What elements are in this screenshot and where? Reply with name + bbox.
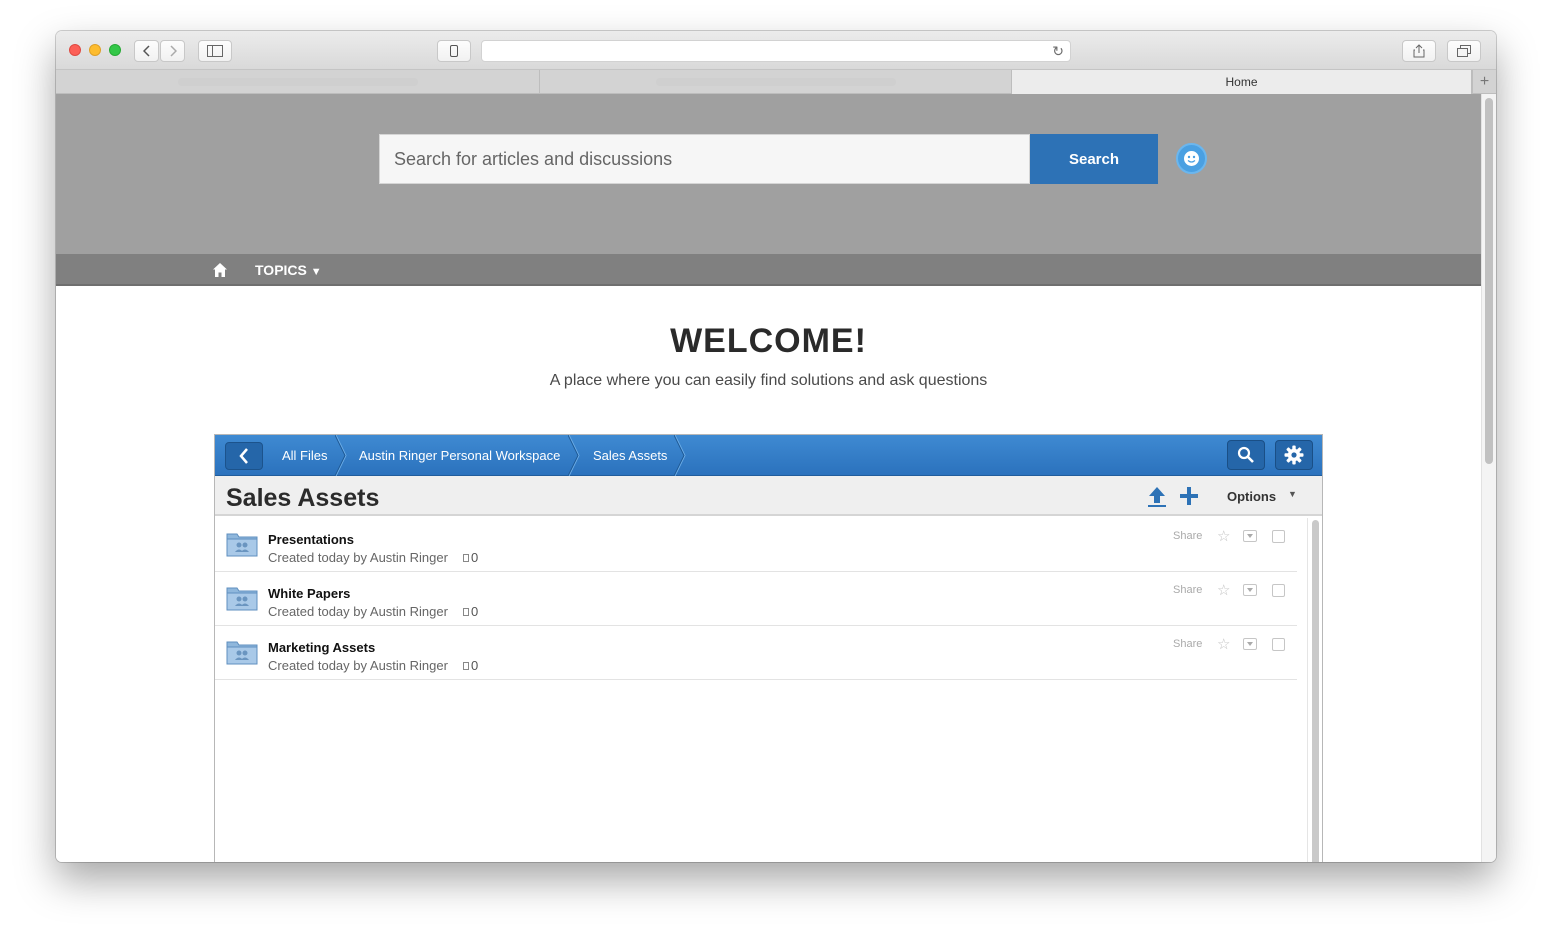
breadcrumb-separator-icon [674, 435, 686, 476]
minimize-window-button[interactable] [89, 44, 101, 56]
topics-label: TOPICS [255, 262, 307, 278]
smiley-icon [1184, 151, 1199, 166]
breadcrumb-all-files[interactable]: All Files [282, 435, 328, 476]
breadcrumb-separator-icon [568, 435, 580, 476]
breadcrumb: All Files Austin Ringer Personal Workspa… [215, 435, 1322, 476]
list-item[interactable]: Presentations Created today by Austin Ri… [215, 518, 1297, 572]
search-input[interactable]: Search for articles and discussions [379, 134, 1030, 184]
scrollbar-thumb[interactable] [1312, 520, 1319, 862]
chevron-left-icon [142, 45, 150, 57]
file-count-value: 0 [471, 658, 479, 673]
folder-meta: Created today by Austin Ringer [268, 658, 448, 673]
search-files-button[interactable] [1227, 440, 1265, 470]
search-icon [1237, 446, 1254, 463]
folder-title: Sales Assets [226, 484, 380, 512]
folder-list: Presentations Created today by Austin Ri… [215, 518, 1297, 680]
document-icon [463, 554, 469, 562]
tab-home[interactable]: Home [1012, 70, 1472, 94]
avatar[interactable] [1176, 143, 1207, 174]
folder-name[interactable]: White Papers [268, 586, 350, 601]
back-button[interactable] [225, 442, 263, 470]
tab-1[interactable] [56, 70, 540, 94]
file-browser-widget: All Files Austin Ringer Personal Workspa… [214, 434, 1323, 862]
caret-down-icon: ▼ [310, 266, 322, 278]
shared-folder-icon [226, 641, 258, 665]
document-icon [463, 608, 469, 616]
star-icon[interactable]: ☆ [1217, 635, 1230, 653]
address-bar[interactable]: ↻ [481, 40, 1071, 62]
chevron-right-icon [169, 45, 177, 57]
star-icon[interactable]: ☆ [1217, 581, 1230, 599]
phone-icon [450, 45, 458, 57]
tabs-icon [1457, 45, 1471, 57]
upload-icon[interactable] [1147, 486, 1167, 508]
dropdown-icon[interactable] [1243, 584, 1257, 596]
tab-title-blurred [177, 78, 418, 86]
folder-name[interactable]: Marketing Assets [268, 640, 375, 655]
browser-toolbar: ↻ [56, 31, 1496, 70]
file-count-value: 0 [471, 550, 479, 565]
dropdown-icon[interactable] [1243, 638, 1257, 650]
page-subtitle: A place where you can easily find soluti… [549, 372, 988, 389]
sidebar-toggle-button[interactable] [198, 40, 232, 62]
file-count: 0 [463, 550, 478, 565]
close-window-button[interactable] [69, 44, 81, 56]
shared-folder-icon [226, 587, 258, 611]
options-menu[interactable]: Options [1227, 489, 1276, 504]
home-icon[interactable] [212, 262, 228, 278]
chevron-left-icon [239, 448, 248, 464]
back-nav-button[interactable] [134, 40, 159, 62]
reload-icon[interactable]: ↻ [1052, 43, 1064, 60]
tab-title-blurred [655, 78, 896, 86]
star-icon[interactable]: ☆ [1217, 527, 1230, 545]
select-checkbox[interactable] [1272, 638, 1285, 651]
share-link[interactable]: Share [1173, 584, 1202, 596]
file-list-scrollbar[interactable] [1307, 518, 1322, 862]
share-icon [1413, 44, 1425, 58]
topics-menu[interactable]: TOPICS ▼ [255, 262, 322, 278]
file-count: 0 [463, 604, 478, 619]
dropdown-icon[interactable] [1243, 530, 1257, 542]
device-button[interactable] [437, 40, 471, 62]
tab-2[interactable] [540, 70, 1012, 94]
file-count: 0 [463, 658, 478, 673]
zoom-window-button[interactable] [109, 44, 121, 56]
folder-name[interactable]: Presentations [268, 532, 354, 547]
share-link[interactable]: Share [1173, 530, 1202, 542]
forward-nav-button[interactable] [160, 40, 185, 62]
share-page-button[interactable] [1402, 40, 1436, 62]
search-button[interactable]: Search [1030, 134, 1158, 184]
page-content: Search for articles and discussions Sear… [56, 94, 1481, 862]
select-checkbox[interactable] [1272, 530, 1285, 543]
new-tab-button[interactable]: + [1472, 70, 1496, 94]
scrollbar-thumb[interactable] [1485, 98, 1493, 464]
tab-title: Home [1225, 75, 1258, 89]
sidebar-icon [207, 45, 223, 57]
tabs-overview-button[interactable] [1447, 40, 1481, 62]
share-link[interactable]: Share [1173, 638, 1202, 650]
browser-window: ↻ Home + Search for articles and discuss… [56, 31, 1496, 862]
hero-banner: Search for articles and discussions Sear… [56, 94, 1481, 254]
breadcrumb-sales-assets[interactable]: Sales Assets [593, 435, 667, 476]
add-icon[interactable] [1179, 486, 1199, 506]
topics-nav: TOPICS ▼ [56, 254, 1481, 286]
breadcrumb-workspace[interactable]: Austin Ringer Personal Workspace [359, 435, 560, 476]
select-checkbox[interactable] [1272, 584, 1285, 597]
breadcrumb-separator-icon [335, 435, 347, 476]
list-item[interactable]: Marketing Assets Created today by Austin… [215, 626, 1297, 680]
file-count-value: 0 [471, 604, 479, 619]
document-icon [463, 662, 469, 670]
caret-down-icon: ▼ [1288, 489, 1297, 499]
folder-meta: Created today by Austin Ringer [268, 604, 448, 619]
gear-icon [1284, 445, 1304, 465]
page-title: WELCOME! [670, 322, 867, 360]
folder-header: Sales Assets Options ▼ [215, 476, 1322, 516]
folder-meta: Created today by Austin Ringer [268, 550, 448, 565]
tab-bar: Home + [56, 70, 1496, 94]
shared-folder-icon [226, 533, 258, 557]
page-scrollbar[interactable] [1481, 94, 1496, 862]
settings-button[interactable] [1275, 440, 1313, 470]
list-item[interactable]: White Papers Created today by Austin Rin… [215, 572, 1297, 626]
